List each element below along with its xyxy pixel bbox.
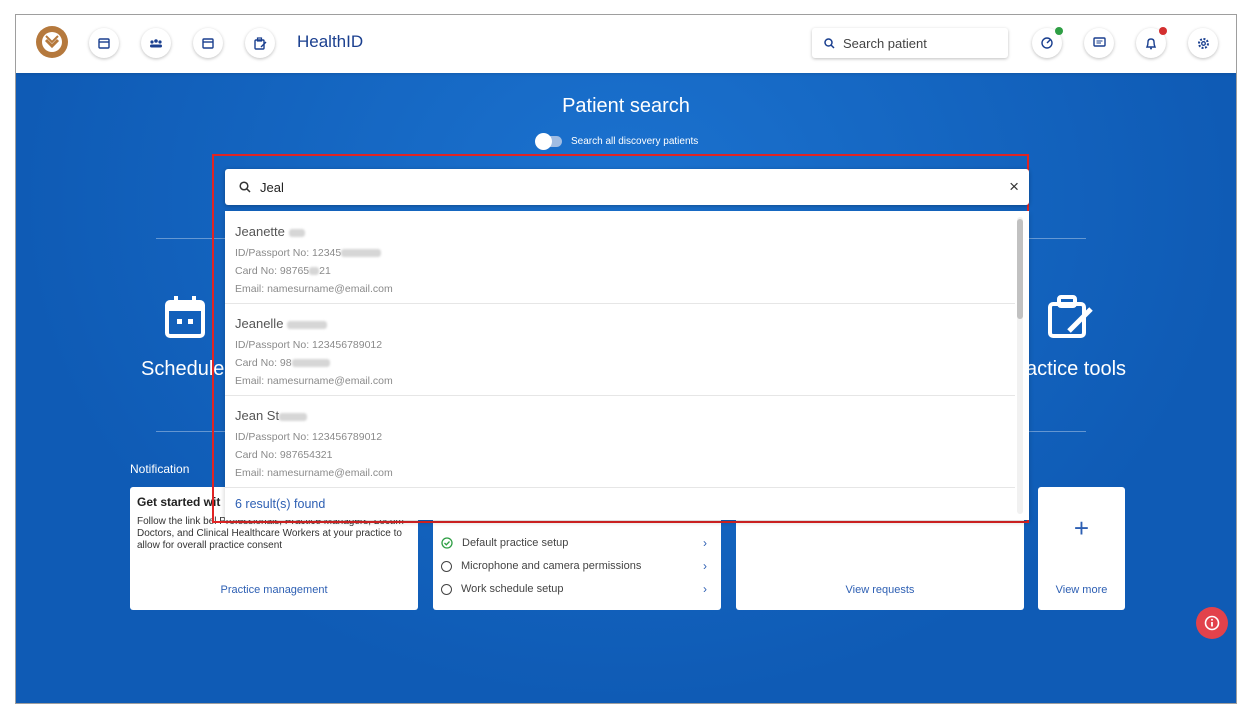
status-dot-green [1055,27,1063,35]
chevron-right-icon: › [703,559,707,573]
top-bar: HealthID Search patient [16,15,1236,73]
result-name: Jeanelle [235,316,284,331]
view-more-card[interactable]: + View more [1038,487,1125,610]
checklist-item-mic-camera[interactable]: Microphone and camera permissions › [441,559,713,573]
redacted-text [341,249,382,258]
checklist-item-label: Default practice setup [462,537,569,549]
result-item[interactable]: Jean St ID/Passport No: 123456789012 Car… [225,395,1015,488]
redacted-text [309,267,320,276]
discovery-toggle[interactable]: Search all discovery patients [535,133,699,150]
practice-tools-icon[interactable] [1047,295,1097,344]
checklist-item-label: Work schedule setup [461,583,564,595]
practice-tools-tile-label[interactable]: actice tools [1026,358,1126,381]
result-email: Email: namesurname@email.com [235,375,393,387]
app-frame: HealthID Search patient Patient search S… [15,14,1237,704]
chat-icon[interactable] [1084,28,1114,58]
schedule-calendar-icon[interactable] [164,295,206,344]
top-search-input[interactable]: Search patient [812,28,1008,58]
redacted-text [287,320,328,329]
redacted-text [288,228,305,237]
info-button[interactable] [1196,607,1228,639]
chevron-right-icon: › [703,582,707,596]
app-title: HealthID [297,32,364,51]
search-query: Jeal [260,179,284,195]
scrollbar-thumb[interactable] [1017,219,1023,319]
toggle-switch[interactable] [535,133,562,150]
search-icon [824,37,835,49]
clipboard-icon[interactable] [245,28,275,58]
search-results-dropdown: Jeanette ID/Passport No: 12345 Card No: … [225,211,1029,520]
checklist-item-default-practice[interactable]: Default practice setup › [441,536,713,550]
result-id: ID/Passport No: 123456789012 [235,431,383,443]
search-icon [239,181,251,193]
result-email: Email: namesurname@email.com [235,283,393,295]
notification-dot [1159,27,1167,35]
result-card: Card No: 987654321 [235,449,333,461]
view-requests-link[interactable]: View requests [736,584,1024,596]
result-name: Jeanette [235,224,285,239]
page-title: Patient search [562,95,690,117]
bell-icon[interactable] [1136,27,1167,58]
result-id: ID/Passport No: 123456789012 [235,339,383,351]
calendar-icon[interactable] [89,28,119,58]
plus-icon: + [1073,513,1090,543]
result-email: Email: namesurname@email.com [235,467,393,479]
result-item[interactable]: Jeanelle ID/Passport No: 123456789012 Ca… [225,303,1015,396]
settings-icon[interactable] [1188,28,1218,58]
redacted-text [279,412,308,421]
toggle-label: Search all discovery patients [571,136,699,147]
stethoscope-icon[interactable] [1032,27,1063,58]
result-name: Jean St [235,408,280,423]
checklist-item-work-schedule[interactable]: Work schedule setup › [441,582,713,596]
practice-management-link[interactable]: Practice management [130,584,418,596]
result-card: Card No: 98 [235,357,292,369]
result-id: ID/Passport No: 12345 [235,247,342,259]
brand-logo[interactable] [36,26,68,58]
check-circle-icon [441,537,453,549]
view-more-link[interactable]: View more [1038,584,1125,596]
result-count: 6 result(s) found [235,497,326,511]
checklist-item-label: Microphone and camera permissions [461,560,642,572]
top-search-placeholder: Search patient [843,35,927,51]
result-card-suffix: 21 [319,265,331,277]
getting-started-title: Get started wit [137,495,221,509]
close-icon[interactable]: × [1009,177,1019,197]
empty-circle-icon [441,560,452,572]
result-item[interactable]: Jeanette ID/Passport No: 12345 Card No: … [225,211,1015,304]
empty-circle-icon [441,583,452,595]
patients-icon[interactable] [141,28,171,58]
info-icon [1204,615,1220,631]
notification-heading: Notification [130,462,190,476]
redacted-text [291,359,330,368]
patient-search-input[interactable]: Jeal × [225,169,1029,205]
card-icon[interactable] [193,28,223,58]
chevron-right-icon: › [703,536,707,550]
result-card: Card No: 98765 [235,265,310,277]
